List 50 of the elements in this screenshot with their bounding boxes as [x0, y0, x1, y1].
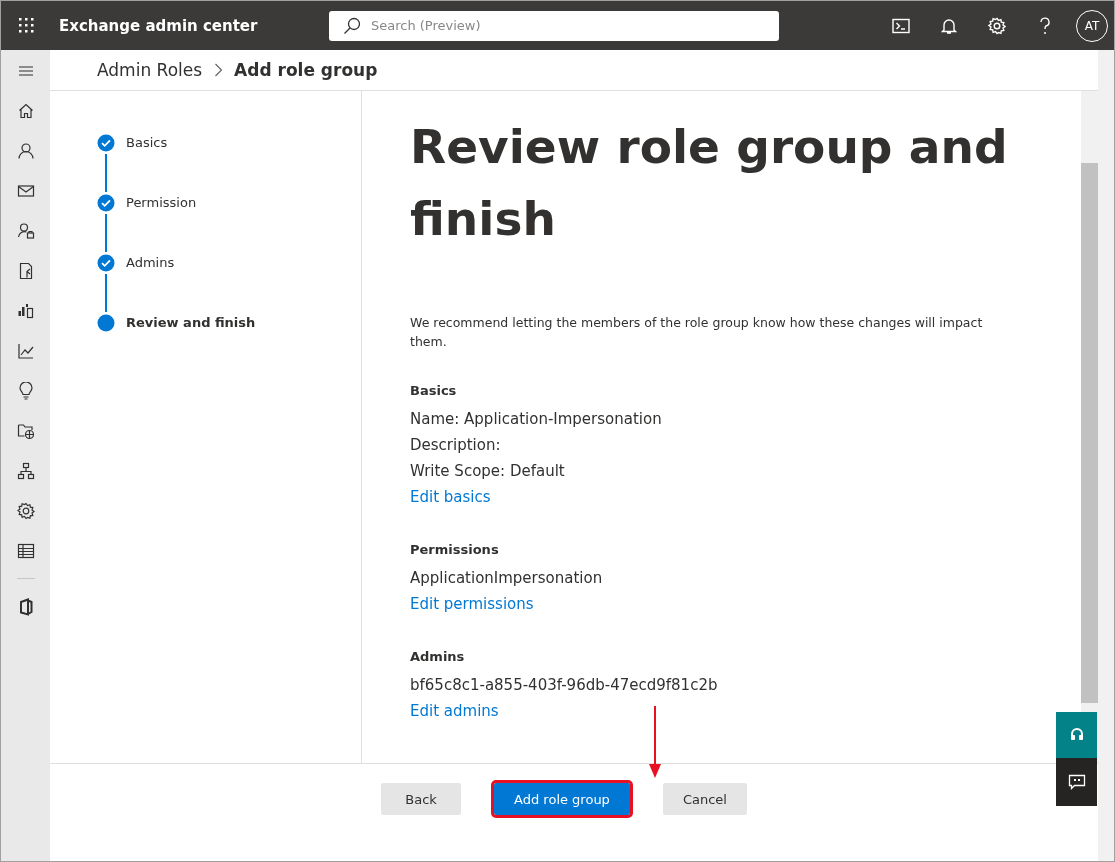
scrollbar[interactable]: [1098, 50, 1114, 861]
detail-text: ApplicationImpersonation: [410, 568, 603, 589]
devices-chart-icon: [16, 302, 35, 320]
description-text: We recommend letting the members of the role group know how these changes will impact them.: [410, 314, 984, 351]
table-icon: [16, 542, 35, 560]
home-icon: [16, 102, 35, 120]
edit-link[interactable]: Edit admins: [410, 698, 499, 724]
bell-icon: [941, 16, 957, 35]
mail-icon: [16, 182, 35, 200]
org-chart-icon: [16, 462, 35, 480]
chevron-right-icon: [214, 63, 223, 77]
help-button[interactable]: [1056, 712, 1097, 758]
step-label: Basics: [126, 134, 168, 152]
step-label: Permission: [126, 194, 197, 212]
detail-text: Write Scope: Default: [410, 461, 565, 482]
section-title: Permissions: [410, 541, 499, 559]
settings-icon: [988, 16, 1006, 35]
page-heading: Review role group and finish: [410, 118, 1009, 248]
detail-text: Name: Application-Impersonation: [410, 409, 662, 430]
section-title: Admins: [410, 648, 465, 666]
cancel-button[interactable]: Cancel: [662, 783, 747, 815]
app-launcher-icon: [18, 18, 34, 33]
search-field[interactable]: Search (Preview): [329, 10, 779, 41]
line-chart-icon: [16, 342, 35, 360]
add-role-group-button[interactable]: Add role group: [494, 783, 630, 815]
detail-text: Description:: [410, 435, 501, 456]
search-icon: [343, 16, 361, 35]
person-lock-icon: [16, 222, 35, 240]
section-title: Basics: [410, 382, 457, 400]
headset-icon: [1068, 727, 1085, 743]
settings-icon: [16, 502, 35, 520]
back-button[interactable]: Back: [381, 783, 462, 815]
step-label: Review and finish: [126, 314, 256, 332]
annotation-arrow: [649, 706, 661, 778]
scrollbar-thumb[interactable]: [1081, 163, 1098, 703]
detail-text: bf65c8c1-a855-403f-96db-47ecd9f81c2b: [410, 675, 718, 696]
person-icon: [16, 142, 35, 160]
breadcrumb-current: Add role group: [234, 60, 378, 80]
terminal-icon: [892, 17, 910, 34]
lightbulb-icon: [16, 382, 35, 400]
scrollbar[interactable]: [1081, 91, 1098, 763]
chat-icon: [1067, 774, 1086, 790]
app-title: Exchange admin center: [59, 16, 259, 35]
help-icon: [1039, 16, 1051, 35]
feedback-button[interactable]: [1056, 758, 1097, 806]
breadcrumb-link[interactable]: Admin Roles: [97, 60, 203, 80]
edit-link[interactable]: Edit permissions: [410, 591, 534, 617]
edit-link[interactable]: Edit basics: [410, 484, 491, 510]
folder-globe-icon: [16, 422, 35, 440]
step-label: Admins: [126, 254, 175, 272]
